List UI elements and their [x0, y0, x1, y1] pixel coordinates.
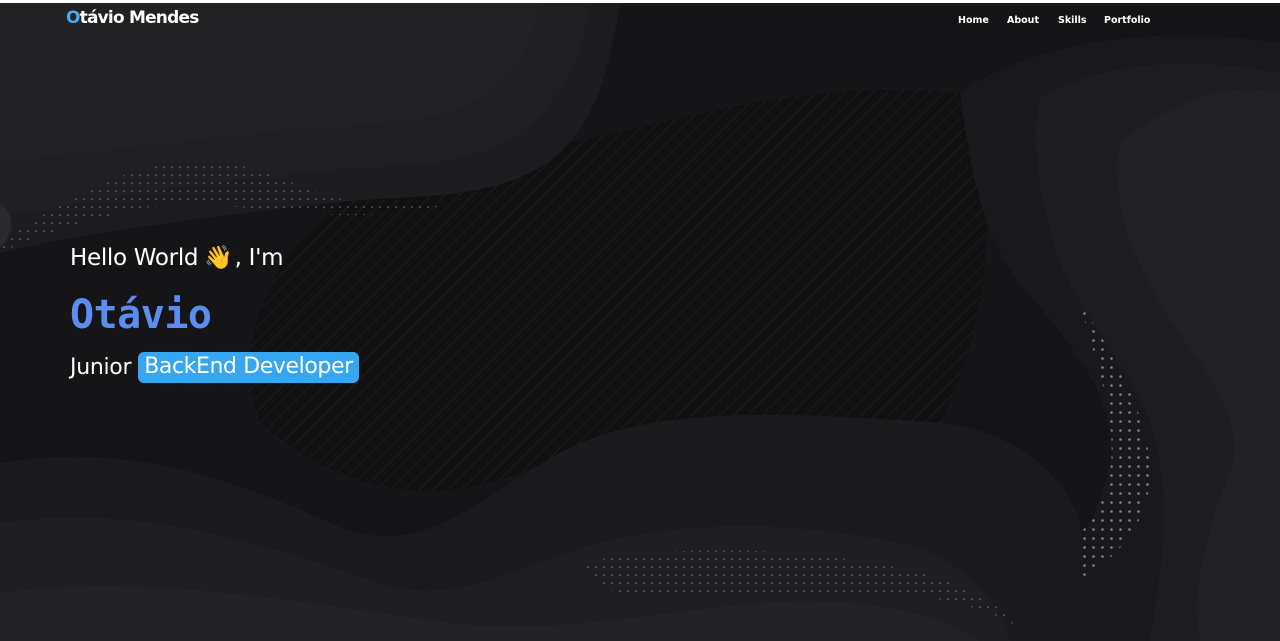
role-line: Junior BackEnd Developer [70, 352, 359, 383]
hero-name: Otávio [70, 292, 212, 338]
site-logo[interactable]: Otávio Mendes [66, 8, 199, 28]
waving-hand-icon: 👋 [204, 245, 233, 271]
greeting-line: Hello World 👋, I'm [70, 244, 284, 271]
nav-link-about[interactable]: About [1007, 15, 1039, 26]
nav-link-skills[interactable]: Skills [1058, 15, 1087, 26]
logo-text: távio Mendes [79, 8, 200, 28]
nav-link-home[interactable]: Home [958, 15, 989, 26]
role-badge: BackEnd Developer [138, 352, 359, 383]
logo-initial: O [66, 8, 80, 28]
greeting-text: Hello World [70, 245, 199, 271]
nav-link-portfolio[interactable]: Portfolio [1104, 15, 1150, 26]
greeting-suffix: , I'm [234, 245, 284, 271]
navbar: Otávio Mendes Home About Skills Portfoli… [0, 3, 1280, 37]
role-prefix: Junior [70, 355, 132, 380]
